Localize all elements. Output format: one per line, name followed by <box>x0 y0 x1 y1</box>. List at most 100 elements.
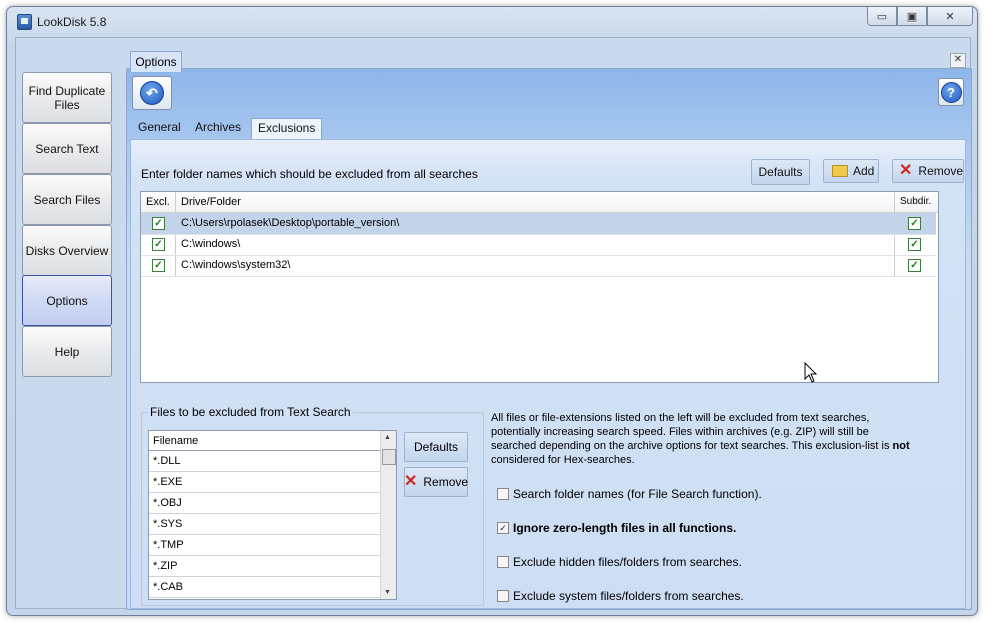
nav-label: Search Files <box>33 192 101 207</box>
nav-disks-overview[interactable]: Disks Overview <box>22 225 112 276</box>
remove-file-button[interactable]: ✕ Remove <box>404 467 468 497</box>
checkbox[interactable] <box>497 590 509 602</box>
filename: *.ZIP <box>153 560 178 572</box>
list-item[interactable]: *.DLL <box>149 451 380 472</box>
nav-help[interactable]: Help <box>22 326 112 377</box>
app-icon <box>17 14 32 30</box>
close-button[interactable]: ✕ <box>927 7 973 26</box>
client-area: Find Duplicate Files Search Text Search F… <box>15 37 972 610</box>
list-item[interactable]: *.EXE <box>149 472 380 493</box>
scroll-up-icon[interactable]: ▲ <box>384 434 391 441</box>
grid-header: Excl. Drive/Folder Subdir. <box>141 192 938 213</box>
app-window: LookDisk 5.8 ▭ ▣ ✕ Find Duplicate Files S… <box>6 6 978 616</box>
column-subdir[interactable]: Subdir. <box>900 196 931 207</box>
list-item[interactable]: *.SYS <box>149 514 380 535</box>
nav-label: Find Duplicate <box>28 83 106 98</box>
table-row[interactable]: ✓ C:\windows\system32\ ✓ <box>141 255 936 277</box>
list-item[interactable]: *.ZIP <box>149 556 380 577</box>
subdir-checkbox[interactable]: ✓ <box>908 217 921 230</box>
nav-find-duplicate-files[interactable]: Find Duplicate Files <box>22 72 112 123</box>
button-label: Defaults <box>758 165 803 179</box>
excluded-files-list[interactable]: Filename *.DLL *.EXE *.OBJ *.SYS *.TMP *… <box>148 430 397 600</box>
option-label: Search folder names (for File Search fun… <box>513 487 762 501</box>
filename: *.CAB <box>153 581 183 593</box>
excl-checkbox[interactable]: ✓ <box>152 259 165 272</box>
list-item[interactable]: *.OBJ <box>149 493 380 514</box>
checkbox[interactable]: ✓ <box>497 522 509 534</box>
list-item[interactable]: *.TMP <box>149 535 380 556</box>
folder-path: C:\Users\rpolasek\Desktop\portable_versi… <box>181 217 400 229</box>
filename: *.EXE <box>153 476 183 488</box>
folder-path: C:\windows\system32\ <box>181 259 291 271</box>
list-header: Filename <box>149 431 380 451</box>
files-defaults-button[interactable]: Defaults <box>404 432 468 462</box>
minimize-button[interactable]: ▭ <box>867 7 897 26</box>
help-button[interactable]: ? <box>938 78 964 106</box>
tab-general[interactable]: General <box>132 118 187 139</box>
options-panel: Options ✕ ↶ ? General Archives Exclusion… <box>126 48 972 610</box>
remove-x-icon: ✕ <box>899 162 913 179</box>
back-arrow-icon: ↶ <box>140 81 164 105</box>
nav-options[interactable]: Options <box>22 275 112 326</box>
subdir-checkbox[interactable]: ✓ <box>908 238 921 251</box>
column-filename[interactable]: Filename <box>153 435 198 447</box>
tab-exclusions[interactable]: Exclusions <box>251 118 323 140</box>
table-row[interactable]: ✓ C:\windows\ ✓ <box>141 234 936 256</box>
caption-buttons: ▭ ▣ ✕ <box>867 7 973 26</box>
button-label: Remove <box>918 164 964 178</box>
panel-close-icon[interactable]: ✕ <box>950 53 966 68</box>
tab-options[interactable]: Options <box>130 51 182 72</box>
excl-checkbox[interactable]: ✓ <box>152 217 165 230</box>
option-label: Ignore zero-length files in all function… <box>513 521 737 535</box>
nav-search-text[interactable]: Search Text <box>22 123 112 174</box>
filename: *.OBJ <box>153 497 182 509</box>
excl-checkbox[interactable]: ✓ <box>152 238 165 251</box>
nav-label: Help <box>54 344 80 359</box>
filename: *.TMP <box>153 539 184 551</box>
nav-label: Search Text <box>35 141 99 156</box>
mouse-pointer-icon <box>804 362 818 383</box>
exclusions-intro: Enter folder names which should be exclu… <box>141 167 478 181</box>
checkbox[interactable] <box>497 556 509 568</box>
scroll-thumb[interactable] <box>382 449 396 465</box>
maximize-button[interactable]: ▣ <box>897 7 927 26</box>
help-icon: ? <box>940 81 962 103</box>
button-label: Add <box>853 164 875 178</box>
info-text: All files or file-extensions listed on t… <box>491 412 893 452</box>
scroll-down-icon[interactable]: ▼ <box>384 589 391 596</box>
subdir-checkbox[interactable]: ✓ <box>908 259 921 272</box>
excluded-folders-grid[interactable]: Excl. Drive/Folder Subdir. ✓ C:\Users\rp… <box>140 191 939 383</box>
option-label: Exclude hidden files/folders from search… <box>513 555 742 569</box>
nav-label: Disks Overview <box>25 243 109 258</box>
column-excl[interactable]: Excl. <box>146 196 170 208</box>
title-bar[interactable]: LookDisk 5.8 ▭ ▣ ✕ <box>7 7 977 35</box>
remove-folder-button[interactable]: ✕ Remove <box>892 159 964 183</box>
info-emphasis: not <box>892 440 910 452</box>
filename: *.DLL <box>153 455 181 467</box>
filename: *.SYS <box>153 518 183 530</box>
option-label: Exclude system files/folders from search… <box>513 589 744 603</box>
text-search-exclusions-group: Files to be excluded from Text Search Fi… <box>141 405 484 606</box>
nav-label: Options <box>46 293 88 308</box>
info-text-end: considered for Hex-searches. <box>491 454 635 466</box>
vertical-scrollbar[interactable]: ▲ ▼ <box>380 431 396 599</box>
remove-x-icon: ✕ <box>403 473 418 490</box>
table-row[interactable]: ✓ C:\Users\rpolasek\Desktop\portable_ver… <box>141 213 936 235</box>
window-title: LookDisk 5.8 <box>37 15 107 29</box>
folder-path: C:\windows\ <box>181 238 241 250</box>
folder-defaults-button[interactable]: Defaults <box>751 159 810 185</box>
nav-label: Files <box>54 97 80 112</box>
button-label: Defaults <box>413 440 459 454</box>
tab-archives[interactable]: Archives <box>189 118 247 139</box>
nav-search-files[interactable]: Search Files <box>22 174 112 225</box>
add-folder-button[interactable]: Add <box>823 159 879 183</box>
back-button[interactable]: ↶ <box>132 76 172 110</box>
folder-open-icon <box>832 165 848 177</box>
group-title: Files to be excluded from Text Search <box>148 405 353 419</box>
exclusions-content: Enter folder names which should be exclu… <box>130 139 966 609</box>
column-drive-folder[interactable]: Drive/Folder <box>181 196 241 208</box>
text-exclusion-info: All files or file-extensions listed on t… <box>491 411 911 467</box>
checkbox[interactable] <box>497 488 509 500</box>
button-label: Remove <box>423 475 469 489</box>
list-item[interactable]: *.CAB <box>149 577 380 598</box>
